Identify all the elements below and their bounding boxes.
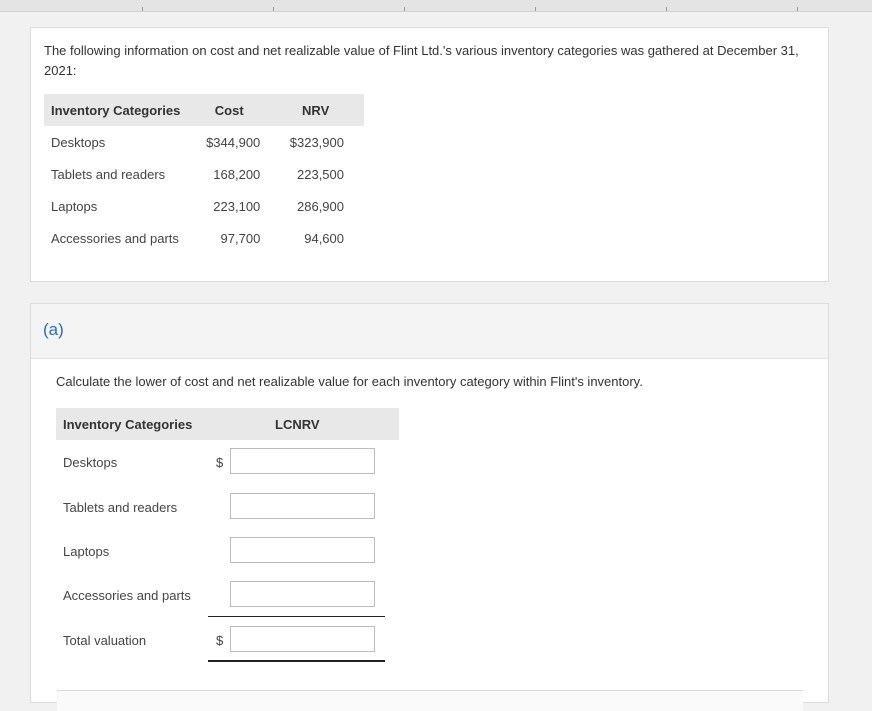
row-nrv: $323,900 [289, 134, 344, 150]
currency-sign: $ [216, 633, 224, 648]
row-nrv: 94,600 [304, 230, 344, 246]
table-row: Laptops 223,100 286,900 [44, 190, 364, 222]
row-label-accessories: Accessories and parts [63, 588, 191, 603]
question-text: Calculate the lower of cost and net real… [56, 374, 643, 389]
row-nrv: 286,900 [297, 198, 344, 214]
row-cost: 223,100 [213, 198, 261, 214]
currency-sign: $ [216, 455, 224, 470]
row-label-laptops: Laptops [63, 544, 110, 559]
row-cost: 168,200 [213, 166, 261, 182]
header-nrv: NRV [267, 94, 364, 126]
problem-info-card: The following information on cost and ne… [30, 27, 829, 282]
top-progress-bar [0, 0, 872, 12]
progress-tick [535, 7, 536, 11]
table-row: Desktops $344,900 $323,900 [44, 126, 364, 158]
row-cost: $344,900 [206, 134, 261, 150]
laptops-lcnrv-input[interactable] [230, 537, 375, 563]
table-header-row: Inventory Categories Cost NRV [44, 94, 364, 126]
row-category: Desktops [51, 134, 106, 150]
row-category: Accessories and parts [51, 230, 179, 246]
subtotal-rule [208, 616, 385, 617]
total-valuation-input[interactable] [230, 626, 375, 652]
row-category: Tablets and readers [51, 166, 166, 182]
table-row: Tablets and readers 168,200 223,500 [44, 158, 364, 190]
progress-tick [142, 7, 143, 11]
total-rule [208, 660, 385, 662]
part-label: (a) [43, 320, 64, 339]
progress-tick [797, 7, 798, 11]
row-label-desktops: Desktops [63, 455, 118, 470]
tablets-lcnrv-input[interactable] [230, 493, 375, 519]
inventory-info-table: Inventory Categories Cost NRV Desktops $… [44, 94, 364, 254]
row-label-tablets: Tablets and readers [63, 500, 178, 515]
part-a-header: (a) [31, 304, 828, 359]
next-section-box [57, 690, 803, 711]
progress-tick [273, 7, 274, 11]
header-categories: Inventory Categories [44, 94, 192, 126]
header-lcnrv: LCNRV [275, 417, 320, 432]
row-category: Laptops [51, 198, 98, 214]
progress-tick [404, 7, 405, 11]
intro-text: The following information on cost and ne… [44, 43, 799, 78]
progress-tick [666, 7, 667, 11]
desktops-lcnrv-input[interactable] [230, 448, 375, 474]
row-label-total: Total valuation [63, 633, 147, 648]
row-nrv: 223,500 [297, 166, 344, 182]
accessories-lcnrv-input[interactable] [230, 581, 375, 607]
header-categories: Inventory Categories [63, 417, 193, 432]
answer-table-header: Inventory Categories LCNRV [56, 408, 399, 440]
part-a-card: (a) Calculate the lower of cost and net … [30, 303, 829, 711]
header-cost: Cost [191, 94, 268, 126]
row-cost: 97,700 [220, 230, 261, 246]
table-row: Accessories and parts 97,700 94,600 [44, 222, 364, 254]
